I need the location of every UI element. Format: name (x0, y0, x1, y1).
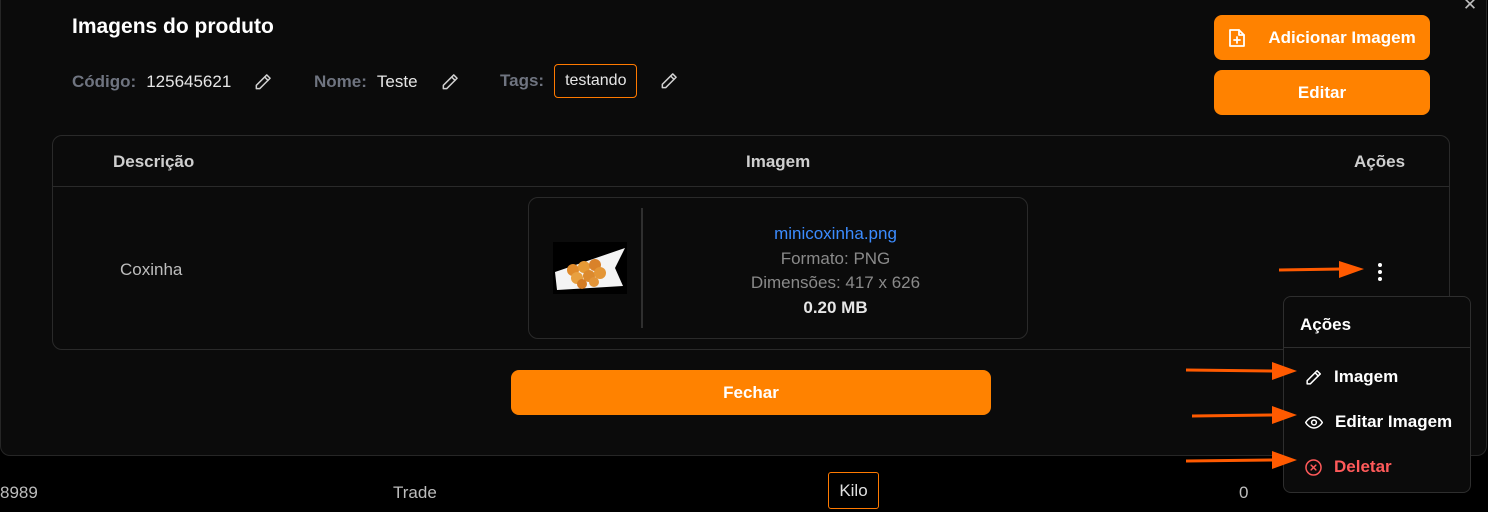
menu-item-edit-image-label: Editar Imagem (1335, 412, 1453, 431)
modal-title: Imagens do produto (72, 15, 274, 38)
actions-menu-title: Ações (1284, 297, 1470, 348)
background-row-unit-badge: Kilo (828, 472, 879, 509)
coxinha-thumbnail-image (553, 242, 627, 294)
annotation-arrow-kebab (1279, 261, 1364, 278)
close-icon[interactable]: ✕ (1461, 0, 1479, 14)
image-filename-link[interactable]: minicoxinha.png (643, 222, 1028, 247)
menu-item-image[interactable]: Imagem (1304, 365, 1398, 389)
table-header: Descrição Imagem Ações (53, 136, 1449, 187)
row-description: Coxinha (120, 260, 183, 279)
product-tags: Tags: testando (500, 63, 679, 99)
image-info: minicoxinha.png Formato: PNG Dimensões: … (643, 222, 1028, 320)
pencil-icon (1306, 369, 1321, 385)
image-format: Formato: PNG (780, 248, 891, 268)
menu-item-delete-label: Deletar (1334, 457, 1392, 476)
close-button[interactable]: Fechar (511, 370, 991, 415)
name-label: Nome: (314, 72, 367, 91)
add-image-label: Adicionar Imagem (1268, 27, 1416, 47)
name-value: Teste (376, 72, 418, 91)
header-description: Descrição (113, 152, 195, 171)
annotation-arrow-image (1186, 362, 1297, 380)
menu-item-delete[interactable]: Deletar (1304, 455, 1392, 479)
background-row-count: 0 (1239, 483, 1249, 502)
background-row-id: 8989 (0, 483, 38, 502)
tag-chip[interactable]: testando (554, 64, 638, 98)
product-name: Nome: Teste (314, 70, 460, 94)
image-dimensions: Dimensões: 417 x 626 (750, 273, 921, 292)
annotation-arrow-delete (1186, 451, 1297, 469)
edit-button[interactable]: Editar (1214, 70, 1430, 115)
product-code: Código: 125645621 (72, 70, 273, 94)
edit-code-pencil-icon[interactable] (253, 72, 273, 92)
background-row-type: Trade (393, 483, 437, 502)
code-label: Código: (72, 72, 137, 91)
menu-item-edit-image[interactable]: Editar Imagem (1304, 410, 1452, 434)
eye-icon (1304, 415, 1324, 429)
image-size: 0.20 MB (803, 297, 868, 317)
header-actions: Ações (1354, 152, 1406, 171)
image-card: minicoxinha.png Formato: PNG Dimensões: … (528, 197, 1028, 339)
header-image: Imagem (746, 152, 811, 171)
images-table: Descrição Imagem Ações Coxinha minicoxin… (52, 135, 1450, 350)
edit-name-pencil-icon[interactable] (440, 72, 460, 92)
table-row: Coxinha minicoxinha.png Formato: PNG Dim… (53, 187, 1449, 350)
edit-tags-pencil-icon[interactable] (659, 71, 679, 91)
menu-item-image-label: Imagem (1334, 367, 1399, 386)
annotation-arrow-edit-image (1192, 406, 1297, 424)
tags-label: Tags: (500, 71, 545, 90)
product-images-modal: ✕ Imagens do produto Código: 125645621 N… (0, 0, 1487, 456)
file-plus-icon (1229, 28, 1246, 47)
actions-dropdown-menu: Ações Imagem Editar Imagem Deletar (1283, 296, 1471, 493)
code-value: 125645621 (146, 72, 232, 91)
add-image-button[interactable]: Adicionar Imagem (1214, 15, 1430, 60)
x-circle-icon (1305, 458, 1322, 476)
row-actions-kebab-icon[interactable] (1370, 260, 1388, 284)
